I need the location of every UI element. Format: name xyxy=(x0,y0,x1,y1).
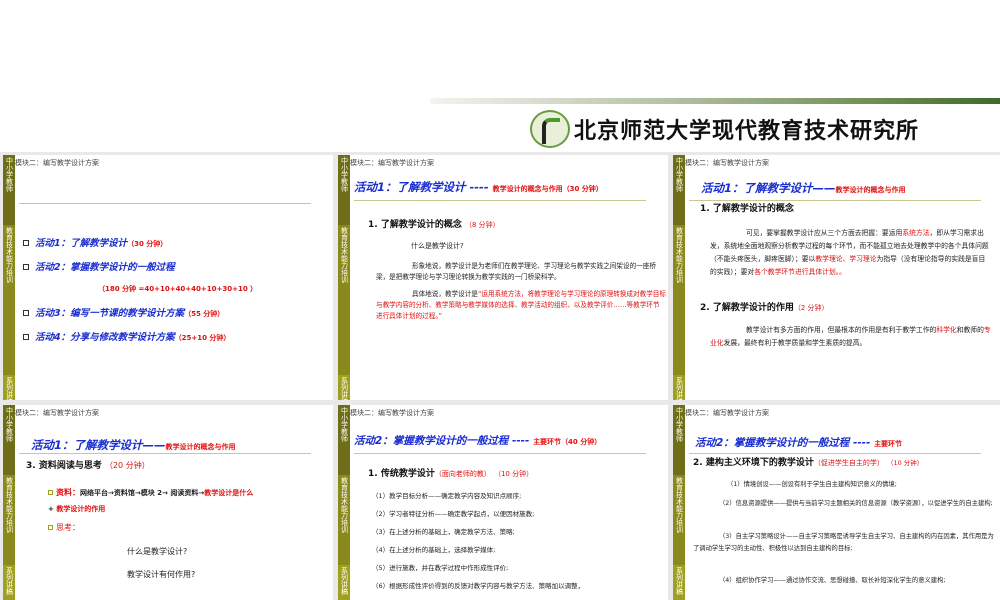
divider xyxy=(19,203,311,204)
slide-title: 活动2：掌握教学设计的一般过程 ---- 主要环节 xyxy=(695,437,903,449)
question: 什么是教学设计? xyxy=(127,547,188,556)
sidebar-text: 教育技术能力培训 xyxy=(5,227,14,283)
list-item: （5）进行施教，并在教学过程中作形成性评价; xyxy=(372,564,509,572)
question: 什么是教学设计? xyxy=(411,242,464,250)
sidebar-text: 教育技术能力培训 xyxy=(675,227,684,283)
list-item: （4）在上述分析的基础上，选择教学媒体; xyxy=(372,546,496,554)
institute-logo-icon xyxy=(530,110,570,148)
module-label: 模块二：编写教学设计方案 xyxy=(685,409,769,417)
sidebar-text: 系列讲稿 xyxy=(340,377,349,400)
section-heading: 3. 资料阅读与思考 （20 分钟） xyxy=(26,461,150,471)
sidebar-text: 系列讲稿 xyxy=(675,377,684,400)
activity-item: 活动1：了解教学设计（30 分钟） xyxy=(23,235,167,249)
activity-item: 活动2：掌握教学设计的一般过程 xyxy=(23,259,175,273)
module-label: 模块二：编写教学设计方案 xyxy=(685,159,769,167)
section-heading: 2. 了解教学设计的作用（2 分钟） xyxy=(700,303,829,313)
divider xyxy=(689,200,981,201)
divider xyxy=(19,453,311,454)
slide-sidebar: 中小学教师教育技术能力培训系列讲稿 xyxy=(673,405,685,600)
sidebar-text: 教育技术能力培训 xyxy=(675,477,684,533)
sidebar-text: 教育技术能力培训 xyxy=(5,477,14,533)
sidebar-text: 系列讲稿 xyxy=(5,377,14,400)
slide-sidebar: 中小学教师教育技术能力培训系列讲稿 xyxy=(338,405,350,600)
slide-title: 活动1：了解教学设计 ---- 教学设计的概念与作用（30 分钟） xyxy=(354,180,603,194)
activity-item: 活动3：编写一节课的教学设计方案（55 分钟） xyxy=(23,305,224,319)
list-item: （3）在上述分析的基础上，确定教学方法、策略; xyxy=(372,528,515,536)
slide-title: 活动1：了解教学设计——教学设计的概念与作用 xyxy=(701,181,906,195)
module-label: 模块二：编写教学设计方案 xyxy=(15,159,99,167)
slide-thumbnail-2[interactable]: 中小学教师教育技术能力培训系列讲稿 模块二：编写教学设计方案 活动1：了解教学设… xyxy=(338,155,668,400)
sidebar-text: 系列讲稿 xyxy=(5,567,14,595)
think-label: 思考： xyxy=(48,522,80,534)
question: 教学设计有何作用? xyxy=(127,570,196,579)
slide-sidebar: 中小学教师教育技术能力培训系列讲稿 xyxy=(3,155,15,400)
sidebar-text: 中小学教师 xyxy=(5,157,14,192)
list-item: （2）信息资源提供——提供与当前学习主题相关的信息资源（教学资源），以促进学生的… xyxy=(719,500,993,507)
slide-sidebar: 中小学教师教育技术能力培训系列讲稿 xyxy=(3,405,15,600)
paragraph: 具体地说，教学设计是“运用系统方法，将教学理论与学习理论的原理转换成对教学目标与… xyxy=(376,290,666,320)
module-label: 模块二：编写教学设计方案 xyxy=(15,409,99,417)
sidebar-text: 中小学教师 xyxy=(675,407,684,442)
slide-thumbnail-6[interactable]: 中小学教师教育技术能力培训系列讲稿 模块二：编写教学设计方案 活动2：掌握教学设… xyxy=(673,405,1000,600)
slide-title: 活动2：掌握教学设计的一般过程 ---- 主要环节（40 分钟） xyxy=(354,435,602,447)
list-item: （2）学习者特征分析——确定教学起点，以便因材施教; xyxy=(372,510,535,518)
decorative-bar xyxy=(430,98,1000,104)
slide-sidebar: 中小学教师教育技术能力培训系列讲稿 xyxy=(338,155,350,400)
sidebar-text: 系列讲稿 xyxy=(675,567,684,595)
slide-thumbnail-1[interactable]: 中小学教师教育技术能力培训系列讲稿 模块二：编写教学设计方案 活动1：了解教学设… xyxy=(3,155,333,400)
divider xyxy=(354,200,646,201)
paragraph: 教学设计有多方面的作用，但最根本的作用是有利于教学工作的科学化和教师的专业化发展… xyxy=(710,326,991,347)
institute-name: 北京师范大学现代教育技术研究所 xyxy=(574,118,920,144)
list-item: （4）组织协作学习——通过协作交流、思想碰撞、取长补短深化学生的意义建构; xyxy=(719,577,946,584)
list-item: （6）根据形成性评价得到的反馈对教学内容与教学方法、策略加以调整， xyxy=(372,582,585,590)
list-item: （1）教学目标分析——确定教学内容及知识点顺序; xyxy=(372,492,522,500)
sidebar-text: 中小学教师 xyxy=(340,407,349,442)
sidebar-text: 教育技术能力培训 xyxy=(340,227,349,283)
sidebar-text: 系列讲稿 xyxy=(340,567,349,595)
section-heading: 1. 了解教学设计的概念 （8 分钟） xyxy=(368,220,500,230)
divider xyxy=(354,453,646,454)
slide-thumbnail-3[interactable]: 中小学教师教育技术能力培训系列讲稿 模块二：编写教学设计方案 活动1：了解教学设… xyxy=(673,155,1000,400)
paragraph: 形象地说，教学设计是为老师们在教学理论、学习理论与教学实践之间架设的一座桥梁，是… xyxy=(376,262,656,281)
activity-item: 活动4：分享与修改教学设计方案（25+10 分钟） xyxy=(23,329,230,343)
section-heading: 1. 传统教学设计（面向老师的教） （10 分钟） xyxy=(368,469,534,479)
section-heading: 2. 建构主义环境下的教学设计（促进学生自主的学） （10 分钟） xyxy=(693,458,924,468)
section-heading: 1. 了解教学设计的概念 xyxy=(700,204,794,214)
material-path: 资料：网络平台→资料馆→模块 2→ 阅读资料→教学设计是什么 + 教学设计的作用 xyxy=(48,488,254,513)
module-label: 模块二：编写教学设计方案 xyxy=(350,409,434,417)
slide-title: 活动1：了解教学设计——教学设计的概念与作用 xyxy=(31,438,236,452)
activity-breakdown: （180 分钟 =40+10+40+40+10+30+10 ） xyxy=(98,285,258,293)
list-item: （1）情境创设——创设有利于学生自主建构知识意义的情境; xyxy=(727,481,897,488)
slide-sidebar: 中小学教师教育技术能力培训系列讲稿 xyxy=(673,155,685,400)
sidebar-text: 中小学教师 xyxy=(340,157,349,192)
sidebar-text: 教育技术能力培训 xyxy=(340,477,349,533)
module-label: 模块二：编写教学设计方案 xyxy=(350,159,434,167)
sidebar-text: 中小学教师 xyxy=(5,407,14,442)
slide-thumbnail-4[interactable]: 中小学教师教育技术能力培训系列讲稿 模块二：编写教学设计方案 活动1：了解教学设… xyxy=(3,405,333,600)
list-item: （3）自主学习策略设计——自主学习策略是诱导学生自主学习、自主建构的内在因素，其… xyxy=(693,533,994,552)
slide-thumbnail-5[interactable]: 中小学教师教育技术能力培训系列讲稿 模块二：编写教学设计方案 活动2：掌握教学设… xyxy=(338,405,668,600)
paragraph: 可见，要掌握教学设计应从三个方面去把握：要运用系统方法，即从学习需求出发，系统地… xyxy=(710,229,989,276)
banner: 北京师范大学现代教育技术研究所 xyxy=(0,0,1000,152)
divider xyxy=(689,453,981,454)
sidebar-text: 中小学教师 xyxy=(675,157,684,192)
